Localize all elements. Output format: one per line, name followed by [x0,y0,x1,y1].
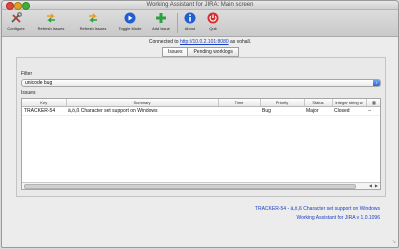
column-header-time[interactable]: Time [218,99,261,107]
cell-priority: Major [304,106,332,116]
scroll-right-icon[interactable]: ▶ [375,183,378,189]
column-header-summary[interactable]: Summary [66,99,219,107]
play-icon [124,12,136,24]
tab-bar: Issues Pending worklogs [162,47,239,57]
toolbar-separator [177,13,178,33]
tools-icon [11,12,22,23]
refresh-all-button[interactable]: Refresh Issues [78,11,108,35]
plus-icon [156,13,166,23]
footer-issue-key: TRACKER-54 [254,206,287,212]
quit-icon [207,12,219,24]
tab-pending-worklogs[interactable]: Pending worklogs [188,47,239,57]
add-issue-button[interactable]: Add Issue [150,11,172,35]
footer-issue-summary: ä,ö,ß Character set support on Windows [290,206,381,212]
table-header-row: Key Summary Time Priority Status Integer… [22,99,380,107]
issues-label: Issues [21,90,36,96]
refresh-issues-button[interactable]: Refresh Issues [36,11,66,35]
issues-table: Key Summary Time Priority Status Integer… [21,98,381,190]
connection-status: Connected to http://10.0.2.101:8080 as v… [148,39,252,45]
window-title: Working Assistant for JIRA: Main screen [146,2,254,8]
cell-key: TRACKER-54 [22,106,66,116]
column-header-more[interactable]: ▦ [366,99,380,107]
configure-button[interactable]: Configure [5,11,27,35]
filter-label: Filter [21,71,33,77]
filter-selected-value: unicode bug [25,80,53,86]
column-header-priority[interactable]: Priority [260,99,305,107]
cell-time [218,106,260,116]
cell-status: Closed [332,106,366,116]
app-version: Working Assistant for JIRA v 1.0.1096 [296,215,380,221]
filter-select[interactable]: unicode bug ↕ [21,79,381,87]
column-header-key[interactable]: Key [22,99,67,107]
selected-issue-footer[interactable]: TRACKER-54 - ä,ö,ß Character set support… [255,206,380,212]
server-link[interactable]: http://10.0.2.101:8080 [180,39,229,45]
main-window: Working Assistant for JIRA: Main screen … [1,0,399,248]
cell-summary: ä,ö,ß Character set support on Windows [66,106,218,116]
resize-grip-icon[interactable]: ↘ [392,239,396,245]
scroll-left-icon[interactable]: ◀ [369,183,372,189]
title-bar: Working Assistant for JIRA: Main screen [2,1,398,10]
refresh-icon [89,13,97,23]
quit-button[interactable]: Quit [205,11,221,35]
column-header-status[interactable]: Status [304,99,333,107]
scrollbar-thumb[interactable] [24,184,356,189]
chevron-updown-icon: ↕ [373,80,380,86]
cell-integer-string: -- [366,106,380,116]
cell-type: Bug [260,106,304,116]
table-row[interactable]: TRACKER-54 ä,ö,ß Character set support o… [22,106,380,116]
about-button[interactable]: About [182,11,198,35]
horizontal-scrollbar[interactable]: ◀ ▶ [22,182,380,189]
info-icon [184,12,196,24]
toolbar: Configure Refresh Issues Refresh Issues … [2,10,398,37]
issues-panel: Filter unicode bug ↕ Issues Key Summary … [16,57,386,197]
refresh-icon [47,13,55,23]
column-header-integer-string[interactable]: Integer string w [332,99,367,107]
tab-issues[interactable]: Issues [162,47,189,57]
toggle-mode-button[interactable]: Toggle Mode [118,11,142,35]
